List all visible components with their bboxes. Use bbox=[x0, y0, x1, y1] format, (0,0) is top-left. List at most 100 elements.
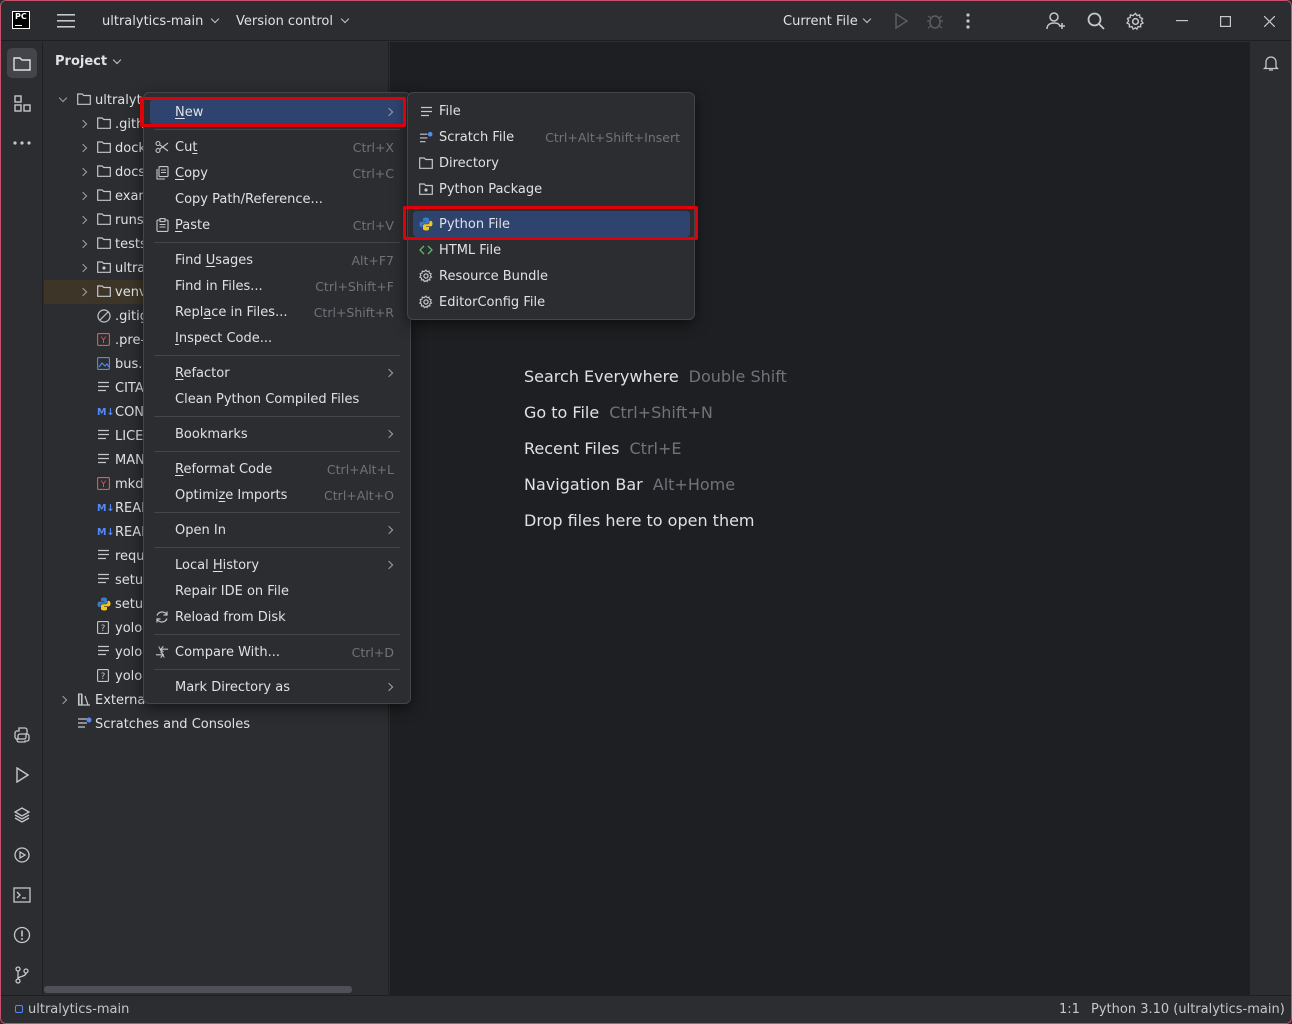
horizontal-scrollbar[interactable] bbox=[44, 986, 352, 993]
menu-separator bbox=[154, 129, 400, 130]
chevron-right-icon[interactable] bbox=[78, 239, 88, 249]
maximize-button[interactable] bbox=[1220, 1, 1231, 41]
menu-item-clean-python-compiled-files[interactable]: Clean Python Compiled Files bbox=[150, 386, 404, 412]
project-switcher[interactable]: ultralytics-main bbox=[102, 1, 220, 41]
tree-item-label: ultralyt bbox=[95, 92, 142, 108]
notifications-button[interactable] bbox=[1256, 48, 1286, 78]
python-packages-button[interactable] bbox=[7, 800, 37, 830]
new-item-directory[interactable]: Directory bbox=[413, 150, 690, 176]
search-everywhere-button[interactable] bbox=[1087, 1, 1105, 41]
new-item-scratch-file[interactable]: Scratch File Ctrl+Alt+Shift+Insert bbox=[413, 124, 690, 150]
run-config-selector[interactable]: Current File bbox=[783, 1, 871, 41]
svg-text:?: ? bbox=[101, 624, 106, 634]
menu-item-label: HTML File bbox=[439, 242, 502, 258]
menu-item-reformat-code[interactable]: Reformat Code Ctrl+Alt+L bbox=[150, 456, 404, 482]
menu-item-label: Paste bbox=[175, 217, 211, 233]
menu-item-paste[interactable]: Paste Ctrl+V bbox=[150, 212, 404, 238]
title-bar: PC ultralytics-main Version control Curr… bbox=[1, 1, 1291, 41]
menu-item-copy[interactable]: Copy Ctrl+C bbox=[150, 160, 404, 186]
image-icon bbox=[97, 357, 111, 370]
menu-item-reload-from-disk[interactable]: Reload from Disk bbox=[150, 604, 404, 630]
tree-item-label: setu bbox=[115, 572, 144, 588]
menu-item-replace-in-files[interactable]: Replace in Files... Ctrl+Shift+R bbox=[150, 299, 404, 325]
svg-text:Y: Y bbox=[100, 336, 107, 346]
chevron-right-icon[interactable] bbox=[78, 263, 88, 273]
tree-item-scratches-and-consoles[interactable]: Scratches and Consoles bbox=[44, 712, 389, 736]
close-button[interactable] bbox=[1264, 1, 1275, 41]
more-tools-button[interactable] bbox=[7, 128, 37, 158]
project-panel-header[interactable]: Project bbox=[55, 54, 122, 69]
chevron-right-icon[interactable] bbox=[78, 119, 88, 129]
run-tool-button[interactable] bbox=[7, 760, 37, 790]
menu-item-label: Python Package bbox=[439, 181, 543, 197]
editor-hint-drop-files-here-to-open-them: Drop files here to open them bbox=[524, 511, 755, 530]
python-icon bbox=[419, 217, 433, 231]
debug-button[interactable] bbox=[926, 1, 944, 41]
tree-item-label: .pre- bbox=[115, 332, 146, 348]
python-console-button[interactable] bbox=[7, 720, 37, 750]
menu-item-find-usages[interactable]: Find Usages Alt+F7 bbox=[150, 247, 404, 273]
menu-item-local-history[interactable]: Local History bbox=[150, 552, 404, 578]
menu-item-refactor[interactable]: Refactor bbox=[150, 360, 404, 386]
code-with-me-button[interactable] bbox=[1046, 1, 1066, 41]
project-name: ultralytics-main bbox=[102, 13, 204, 29]
menu-item-label: Compare With... bbox=[175, 644, 281, 660]
minimize-button[interactable] bbox=[1176, 1, 1188, 41]
project-tool-button[interactable] bbox=[7, 48, 37, 78]
chevron-down-icon[interactable] bbox=[58, 93, 68, 103]
menu-item-label: Optimize Imports bbox=[175, 487, 288, 503]
yaml-icon: Y bbox=[97, 477, 111, 490]
bell-icon bbox=[1263, 56, 1279, 71]
menu-item-cut[interactable]: Cut Ctrl+X bbox=[150, 134, 404, 160]
chevron-right-icon[interactable] bbox=[78, 191, 88, 201]
menu-item-repair-ide-on-file[interactable]: Repair IDE on File bbox=[150, 578, 404, 604]
chevron-right-icon bbox=[384, 525, 394, 535]
new-item-file[interactable]: File bbox=[413, 98, 690, 124]
status-caret-position[interactable]: 1:1 bbox=[1059, 1002, 1080, 1017]
hamburger-icon bbox=[57, 14, 75, 28]
chevron-right-icon[interactable] bbox=[78, 167, 88, 177]
menu-item-inspect-code[interactable]: Inspect Code... bbox=[150, 325, 404, 351]
menu-item-bookmarks[interactable]: Bookmarks bbox=[150, 421, 404, 447]
vcs-menu[interactable]: Version control bbox=[236, 1, 350, 41]
chevron-right-icon[interactable] bbox=[78, 143, 88, 153]
menu-separator bbox=[154, 355, 400, 356]
menu-item-copy-path-reference[interactable]: Copy Path/Reference... bbox=[150, 186, 404, 212]
terminal-button[interactable] bbox=[7, 880, 37, 910]
hint-action: Drop files here to open them bbox=[524, 511, 755, 530]
new-item-python-file[interactable]: Python File bbox=[413, 211, 690, 237]
menu-item-compare-with[interactable]: Compare With... Ctrl+D bbox=[150, 639, 404, 665]
new-item-editorconfig-file[interactable]: EditorConfig File bbox=[413, 289, 690, 315]
main-menu-button[interactable] bbox=[57, 1, 75, 41]
pycharm-logo-icon[interactable]: PC bbox=[12, 11, 30, 29]
menu-item-shortcut: Ctrl+V bbox=[352, 217, 394, 233]
hint-shortcut: Ctrl+Shift+N bbox=[609, 403, 713, 422]
menu-item-open-in[interactable]: Open In bbox=[150, 517, 404, 543]
new-item-html-file[interactable]: HTML File bbox=[413, 237, 690, 263]
git-button[interactable] bbox=[7, 960, 37, 990]
unknown-file-icon: ? bbox=[97, 669, 111, 682]
menu-item-new[interactable]: New bbox=[150, 99, 404, 125]
status-interpreter[interactable]: Python 3.10 (ultralytics-main) bbox=[1091, 1002, 1285, 1017]
menu-item-optimize-imports[interactable]: Optimize Imports Ctrl+Alt+O bbox=[150, 482, 404, 508]
package-icon bbox=[97, 261, 111, 273]
folder-icon bbox=[419, 156, 433, 170]
menu-item-shortcut: Ctrl+Shift+R bbox=[313, 304, 394, 320]
menu-item-mark-directory-as[interactable]: Mark Directory as bbox=[150, 674, 404, 700]
status-project[interactable]: ultralytics-main bbox=[28, 1002, 129, 1017]
chevron-right-icon[interactable] bbox=[78, 287, 88, 297]
structure-tool-button[interactable] bbox=[7, 88, 37, 118]
settings-button[interactable] bbox=[1126, 1, 1145, 41]
new-item-python-package[interactable]: Python Package bbox=[413, 176, 690, 202]
menu-item-find-in-files[interactable]: Find in Files... Ctrl+Shift+F bbox=[150, 273, 404, 299]
chevron-right-icon[interactable] bbox=[78, 215, 88, 225]
services-button[interactable] bbox=[7, 840, 37, 870]
editor-hint-navigation-bar: Navigation Bar Alt+Home bbox=[524, 475, 735, 494]
hint-shortcut: Alt+Home bbox=[652, 475, 736, 494]
more-actions-button[interactable] bbox=[966, 1, 970, 41]
chevron-right-icon[interactable] bbox=[58, 695, 68, 705]
problems-button[interactable] bbox=[7, 920, 37, 950]
run-button[interactable] bbox=[894, 1, 908, 41]
new-item-resource-bundle[interactable]: Resource Bundle bbox=[413, 263, 690, 289]
more-vertical-icon bbox=[966, 13, 970, 29]
